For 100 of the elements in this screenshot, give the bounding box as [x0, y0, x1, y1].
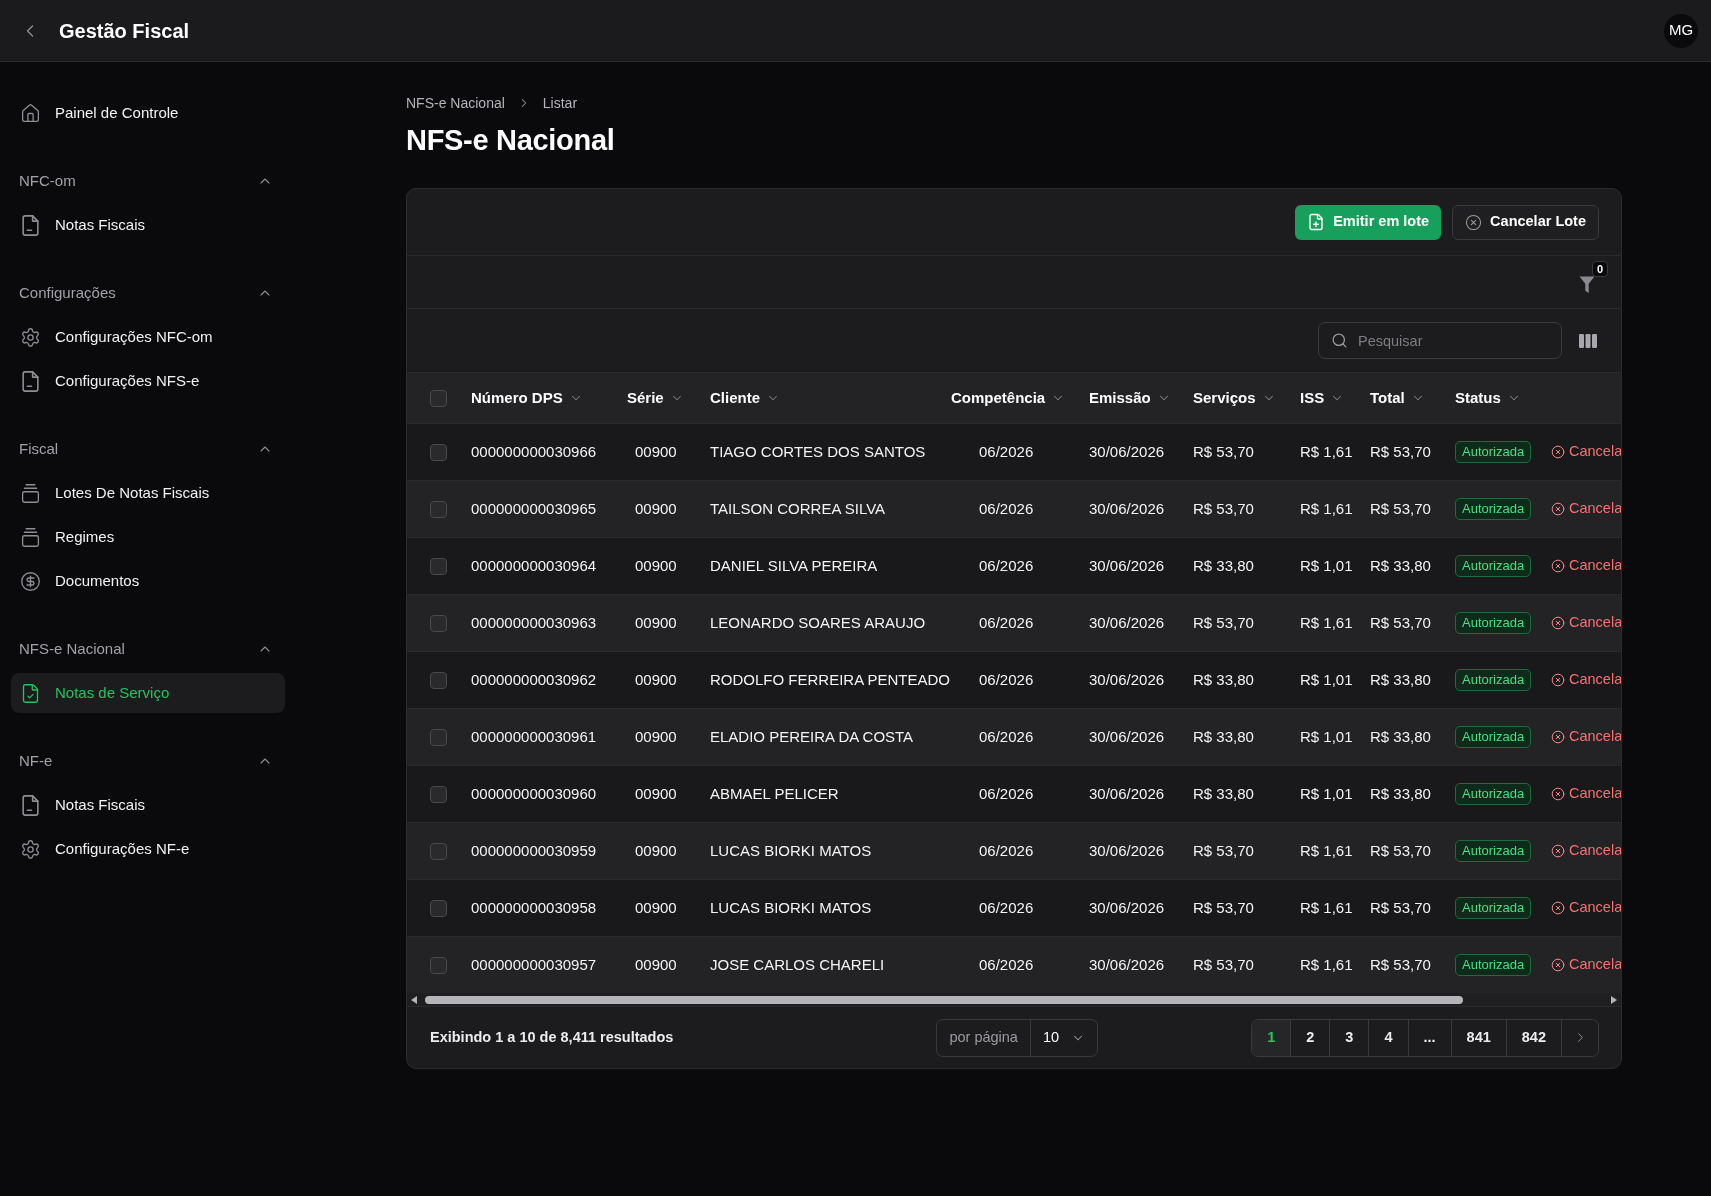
table-cell-text: R$ 53,70 [1370, 954, 1431, 975]
checkbox[interactable] [430, 842, 447, 860]
columns-button[interactable] [1579, 333, 1597, 348]
search-field[interactable]: Pesquisar [1318, 322, 1562, 359]
column-header[interactable]: Total [1370, 386, 1425, 410]
column-header[interactable]: Emissão [1089, 386, 1171, 410]
file-plus-icon [1307, 213, 1326, 231]
table-cell-text: 00900 [635, 954, 677, 975]
table-cell-text: R$ 33,80 [1193, 555, 1254, 576]
column-header[interactable]: Número DPS [471, 386, 583, 410]
table-cell-text: 00900 [635, 726, 677, 747]
circle-x-icon [1551, 673, 1565, 687]
checkbox[interactable] [430, 557, 447, 575]
circle-x-icon [1465, 213, 1483, 231]
table-cell-text: R$ 53,70 [1370, 840, 1431, 861]
table-cell-text: R$ 33,80 [1193, 783, 1254, 804]
sidebar-item[interactable]: Painel de Controle [11, 93, 285, 133]
table-cell-text: R$ 1,01 [1300, 783, 1353, 804]
gear-icon [20, 838, 41, 860]
circle-x-icon [1551, 445, 1565, 459]
document-icon [20, 794, 41, 816]
per-page-select[interactable]: por página 10 [936, 1018, 1099, 1057]
page-button[interactable]: 3 [1329, 1019, 1369, 1056]
table-cell-text: R$ 53,70 [1370, 441, 1431, 462]
breadcrumb-link[interactable]: Listar [542, 92, 578, 114]
circle-x-icon [1551, 844, 1565, 858]
checkbox[interactable] [430, 671, 447, 689]
circle-x-icon [1551, 730, 1565, 744]
breadcrumb-link[interactable]: NFS-e Nacional [406, 92, 505, 114]
checkbox[interactable] [430, 899, 447, 917]
table-cell-text: R$ 53,70 [1370, 612, 1431, 633]
circle-x-icon [1551, 958, 1565, 972]
status-badge: Autorizada [1455, 441, 1532, 463]
document-check-icon [20, 682, 41, 704]
stack-icon [20, 482, 41, 504]
sidebar-item[interactable]: Regimes [11, 517, 285, 557]
sidebar-item[interactable]: Lotes De Notas Fiscais [11, 473, 285, 513]
table-cell-text: 06/2026 [979, 840, 1034, 861]
status-badge: Autorizada [1455, 498, 1532, 520]
status-badge: Autorizada [1455, 555, 1532, 577]
user-avatar[interactable]: MG [1664, 13, 1698, 48]
columns-icon [1579, 333, 1597, 348]
page-button[interactable]: 2 [1290, 1019, 1330, 1056]
page-title: NFS-e Nacional [406, 123, 615, 158]
page-button[interactable]: 842 [1505, 1019, 1561, 1056]
table-cell-text: R$ 33,80 [1370, 555, 1431, 576]
sidebar-item[interactable]: Configurações NFS-e [11, 361, 285, 401]
checkbox[interactable] [430, 614, 447, 632]
sidebar-item[interactable]: Configurações NFC-om [11, 317, 285, 357]
table-cell-text: 30/06/2026 [1089, 669, 1165, 690]
page-button[interactable]: 4 [1368, 1019, 1408, 1056]
checkbox[interactable] [430, 500, 447, 518]
column-header[interactable]: Série [627, 386, 684, 410]
scrollbar-thumb[interactable] [425, 995, 1463, 1004]
table-cell-text: 00900 [635, 897, 677, 918]
table-cell-text: R$ 1,61 [1300, 441, 1353, 462]
column-header[interactable]: Serviços [1193, 386, 1276, 410]
checkbox[interactable] [430, 728, 447, 746]
column-header[interactable]: ISS [1300, 386, 1345, 410]
sidebar-item[interactable]: Documentos [11, 561, 285, 601]
dollar-circle-icon [20, 570, 41, 592]
page-button[interactable]: 1 [1252, 1019, 1291, 1056]
checkbox[interactable] [430, 956, 447, 974]
circle-x-icon [1551, 559, 1565, 573]
circle-x-icon [1551, 616, 1565, 630]
sidebar-item[interactable]: Notas Fiscais [11, 205, 285, 245]
checkbox[interactable] [430, 389, 447, 407]
filter-button[interactable] [1579, 276, 1595, 294]
status-badge: Autorizada [1455, 783, 1532, 805]
table-cell-text: 00900 [635, 612, 677, 633]
table-cell-text: JOSE CARLOS CHARELI [710, 954, 885, 975]
table-cell-text: RODOLFO FERREIRA PENTEADO [710, 669, 951, 690]
sidebar-item[interactable]: Notas Fiscais [11, 785, 285, 825]
table-cell-text: R$ 53,70 [1193, 441, 1254, 462]
column-header[interactable]: Status [1455, 386, 1521, 410]
secondary-button[interactable]: Cancelar Lote [1452, 204, 1599, 240]
sidebar-item[interactable]: Notas de Serviço [11, 673, 285, 713]
sidebar-item[interactable]: Configurações NF-e [11, 829, 285, 869]
column-header[interactable]: Competência [951, 386, 1066, 410]
table-cell-text: 000000000030965 [471, 498, 597, 519]
section-title: Configurações [19, 282, 116, 303]
table-cell-text: 00900 [635, 783, 677, 804]
table-cell-text: 30/06/2026 [1089, 441, 1165, 462]
table-cell-text: R$ 1,61 [1300, 897, 1353, 918]
document-icon [20, 370, 41, 392]
table-cell-text: 000000000030959 [471, 840, 597, 861]
column-header[interactable]: Cliente [710, 386, 780, 410]
page-button[interactable]: 841 [1450, 1019, 1506, 1056]
search-icon [1331, 332, 1348, 349]
checkbox[interactable] [430, 443, 447, 461]
status-badge: Autorizada [1455, 726, 1532, 748]
table-cell-text: 06/2026 [979, 441, 1034, 462]
table-cell-text: R$ 33,80 [1370, 783, 1431, 804]
table-cell-text: R$ 1,01 [1300, 555, 1353, 576]
checkbox[interactable] [430, 785, 447, 803]
table-cell-text: R$ 53,70 [1193, 897, 1254, 918]
page-button[interactable]: ... [1407, 1019, 1451, 1056]
document-icon [20, 214, 41, 236]
table-cell-text: 06/2026 [979, 726, 1034, 747]
table-cell-text: 00900 [635, 669, 677, 690]
